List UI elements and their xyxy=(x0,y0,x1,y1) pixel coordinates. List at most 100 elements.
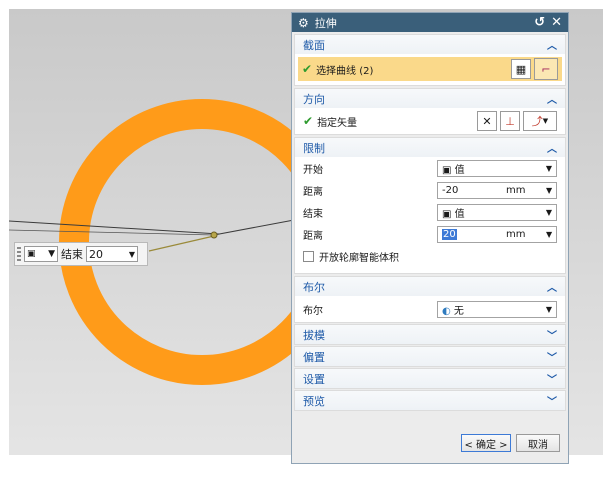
extrude-dialog: ⚙ 拉伸 ↺ ✕ 截面 ︿ ✔ 选择曲线 (2) ▦ ⌐ 方向 ︿ ✔ 指定矢量… xyxy=(291,12,569,464)
distance1-label: 距离 xyxy=(303,186,323,198)
draft-header-label: 拔模 xyxy=(303,328,325,342)
settings-header-label: 设置 xyxy=(303,372,325,386)
distance2-unit: mm xyxy=(506,228,526,240)
end-label: 结束 xyxy=(303,208,323,220)
settings-header[interactable]: 设置 ﹀ xyxy=(294,368,566,389)
boolean-dropdown[interactable]: ◐ 无 ▼ xyxy=(437,300,557,318)
reset-icon[interactable]: ↺ xyxy=(534,15,545,30)
boolean-label: 布尔 xyxy=(303,305,323,317)
boolean-header-label: 布尔 xyxy=(303,280,325,294)
value-cube-icon: ▣ xyxy=(442,164,452,176)
curve-icon: ⌐ xyxy=(541,62,551,76)
chevron-up-icon: ︿ xyxy=(547,283,557,294)
check-icon: ✔ xyxy=(303,114,314,128)
direction-header[interactable]: 方向 ︿ xyxy=(295,89,565,108)
axis-vector-icon: ⤴ xyxy=(531,115,543,128)
dialog-titlebar: ⚙ 拉伸 ↺ ✕ xyxy=(292,13,568,32)
distance2-input[interactable]: 20 mm ▼ xyxy=(437,225,557,243)
sketch-section-button[interactable]: ▦ xyxy=(511,59,531,79)
distance2-row: 距离 20 mm ▼ xyxy=(295,223,565,245)
open-profile-checkbox[interactable] xyxy=(303,250,314,262)
direction-panel: 方向 ︿ ✔ 指定矢量 ✕ ⊥ ⤴ ▼ xyxy=(294,88,566,135)
open-profile-row[interactable]: 开放轮廓智能体积 xyxy=(295,245,565,267)
curve-select-button[interactable]: ⌐ xyxy=(534,58,558,80)
sketch-icon: ▦ xyxy=(515,62,527,76)
dialog-title: 拉伸 xyxy=(314,16,337,30)
chevron-down-icon: ▼ xyxy=(48,249,55,259)
chevron-down-icon: ▼ xyxy=(545,163,552,173)
start-dropdown[interactable]: ▣ 值 ▼ xyxy=(437,159,557,177)
specify-vector-row: ✔ 指定矢量 ✕ ⊥ ⤴ ▼ xyxy=(295,108,565,134)
end-value-text: 20 xyxy=(89,247,103,261)
select-curve-row[interactable]: ✔ 选择曲线 (2) ▦ ⌐ xyxy=(298,57,562,81)
chevron-down-icon: ﹀ xyxy=(547,375,557,386)
offset-header-label: 偏置 xyxy=(303,350,325,364)
reverse-direction-button[interactable]: ✕ xyxy=(477,111,497,131)
boolean-value: 无 xyxy=(453,305,464,317)
start-label: 开始 xyxy=(303,164,323,176)
chevron-down-icon: ▼ xyxy=(545,207,552,217)
limit-type-dropdown[interactable]: ▣ ▼ xyxy=(24,246,58,262)
end-label: 结束 xyxy=(61,248,83,261)
preview-header[interactable]: 预览 ﹀ xyxy=(294,390,566,411)
chevron-down-icon: ﹀ xyxy=(547,353,557,364)
chevron-up-icon: ︿ xyxy=(547,95,557,106)
chevron-up-icon: ︿ xyxy=(547,41,557,52)
section-header-label: 截面 xyxy=(303,38,325,52)
limits-header-label: 限制 xyxy=(303,141,325,155)
distance1-input[interactable]: -20 mm ▼ xyxy=(437,181,557,199)
drag-handle-line xyxy=(148,235,215,252)
axis-line xyxy=(9,220,220,235)
axis-line-2 xyxy=(9,229,215,236)
boolean-panel: 布尔 ︿ 布尔 ◐ 无 ▼ xyxy=(294,276,566,323)
ok-button[interactable]: < 确定 > xyxy=(461,434,511,452)
end-value-input[interactable]: 20 ▼ xyxy=(86,246,138,262)
section-header[interactable]: 截面 ︿ xyxy=(295,35,565,54)
chevron-down-icon: ▼ xyxy=(545,304,552,314)
direction-header-label: 方向 xyxy=(303,92,325,106)
reverse-icon: ✕ xyxy=(482,114,492,128)
limits-header[interactable]: 限制 ︿ xyxy=(295,138,565,157)
chevron-down-icon: ▼ xyxy=(128,249,135,259)
section-panel: 截面 ︿ ✔ 选择曲线 (2) ▦ ⌐ xyxy=(294,34,566,86)
limits-panel: 限制 ︿ 开始 ▣ 值 ▼ 距离 -20 mm ▼ 结束 ▣ 值 ▼ 距离 20… xyxy=(294,137,566,274)
chevron-down-icon: ▼ xyxy=(542,117,549,125)
specify-vector-label: 指定矢量 xyxy=(317,117,358,129)
open-profile-label: 开放轮廓智能体积 xyxy=(319,252,399,264)
value-cube-icon: ▣ xyxy=(442,208,452,220)
offset-header[interactable]: 偏置 ﹀ xyxy=(294,346,566,367)
select-curve-label: 选择曲线 (2) xyxy=(316,65,374,77)
boolean-none-icon: ◐ xyxy=(442,305,451,317)
dialog-footer: < 确定 > 取消 xyxy=(292,423,568,463)
check-icon: ✔ xyxy=(302,62,313,76)
value-cube-icon: ▣ xyxy=(27,249,36,259)
distance1-value: -20 xyxy=(442,184,459,196)
gear-icon[interactable]: ⚙ xyxy=(298,16,309,30)
distance2-label: 距离 xyxy=(303,230,323,242)
drag-grip-icon[interactable] xyxy=(17,247,21,261)
vector-line xyxy=(213,219,295,236)
vector-dialog-button[interactable]: ⊥ xyxy=(500,111,520,131)
vector-type-dropdown[interactable]: ⤴ ▼ xyxy=(523,111,557,131)
cancel-button[interactable]: 取消 xyxy=(516,434,560,452)
preview-header-label: 预览 xyxy=(303,394,325,408)
chevron-down-icon: ▼ xyxy=(546,229,553,239)
boolean-header[interactable]: 布尔 ︿ xyxy=(295,277,565,296)
distance2-value: 20 xyxy=(442,228,457,240)
draft-header[interactable]: 拔模 ﹀ xyxy=(294,324,566,345)
start-value: 值 xyxy=(454,164,465,176)
end-value: 值 xyxy=(454,208,465,220)
boolean-row: 布尔 ◐ 无 ▼ xyxy=(295,296,565,322)
vector-icon: ⊥ xyxy=(505,114,515,128)
distance1-row: 距离 -20 mm ▼ xyxy=(295,179,565,201)
end-dropdown[interactable]: ▣ 值 ▼ xyxy=(437,203,557,221)
origin-handle[interactable] xyxy=(210,231,218,239)
close-icon[interactable]: ✕ xyxy=(551,15,562,30)
chevron-down-icon: ﹀ xyxy=(547,397,557,408)
chevron-down-icon: ﹀ xyxy=(547,331,557,342)
start-row: 开始 ▣ 值 ▼ xyxy=(295,157,565,179)
floating-input-bar: ▣ ▼ 结束 20 ▼ xyxy=(14,242,148,266)
distance1-unit: mm xyxy=(506,184,526,196)
end-row: 结束 ▣ 值 ▼ xyxy=(295,201,565,223)
chevron-down-icon: ▼ xyxy=(546,185,553,195)
